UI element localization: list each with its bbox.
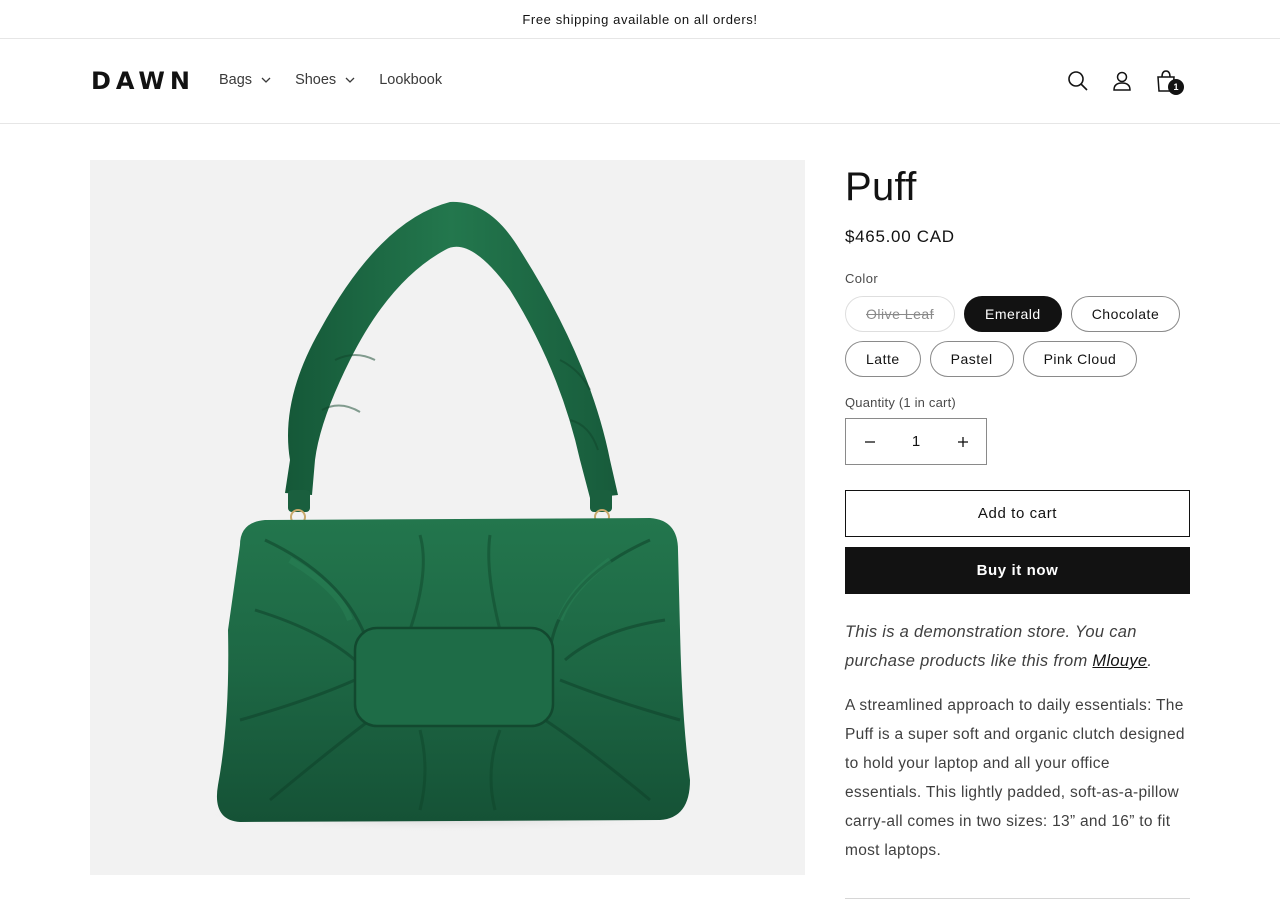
product-info: Puff $465.00 CAD Color Olive Leaf Emeral… [845,160,1190,865]
color-option-pink-cloud[interactable]: Pink Cloud [1022,341,1138,377]
product-image[interactable] [90,160,805,875]
product-description: A streamlined approach to daily essentia… [845,697,1185,859]
nav-item-label: Shoes [295,72,337,88]
chevron-down-icon [261,77,271,83]
nav-item-shoes[interactable]: Shoes [295,72,358,88]
quantity-stepper: 1 [845,418,987,465]
mlouye-link[interactable]: Mlouye [1092,652,1147,670]
quantity-decrease-button[interactable] [846,419,893,464]
account-icon [1113,71,1131,91]
search-button[interactable] [1056,66,1100,96]
quantity-increase-button[interactable] [939,419,986,464]
add-to-cart-button[interactable]: Add to cart [845,490,1190,537]
buy-it-now-button[interactable]: Buy it now [845,547,1190,594]
search-icon [1068,71,1088,91]
color-option-latte[interactable]: Latte [845,341,921,377]
demo-note-period: . [1147,652,1153,670]
color-option-pastel[interactable]: Pastel [929,341,1014,377]
nav-item-bags[interactable]: Bags [219,72,274,88]
store-logo[interactable]: DAWN [91,67,195,95]
quantity-input[interactable]: 1 [893,433,939,450]
main-nav: Bags Shoes Lookbook [219,72,463,88]
cart-count-badge: 1 [1168,79,1184,95]
plus-icon [957,436,968,447]
header-icons: 1 [1056,66,1188,96]
section-divider [845,898,1190,899]
announcement-bar: Free shipping available on all orders! [0,0,1280,39]
quantity-label: Quantity (1 in cart) [845,395,956,410]
product-title: Puff [845,165,917,209]
announcement-text: Free shipping available on all orders! [522,11,758,27]
color-options: Olive Leaf Emerald Chocolate Latte Paste… [845,296,1190,386]
demo-store-note: This is a demonstration store. You can p… [845,618,1190,676]
nav-item-lookbook[interactable]: Lookbook [379,72,442,88]
bag-image-icon [185,201,705,833]
nav-item-label: Lookbook [379,72,443,88]
color-label: Color [845,271,879,286]
chevron-down-icon [345,77,355,83]
product-price: $465.00 CAD [845,227,955,246]
minus-icon [864,440,875,443]
account-button[interactable] [1100,66,1144,96]
color-option-olive-leaf[interactable]: Olive Leaf [845,296,956,332]
color-option-chocolate[interactable]: Chocolate [1070,296,1181,332]
cart-button[interactable]: 1 [1144,66,1188,96]
color-option-emerald[interactable]: Emerald [964,296,1062,332]
site-header: DAWN Bags Shoes Lookbook 1 [0,39,1280,124]
nav-item-label: Bags [219,72,253,88]
